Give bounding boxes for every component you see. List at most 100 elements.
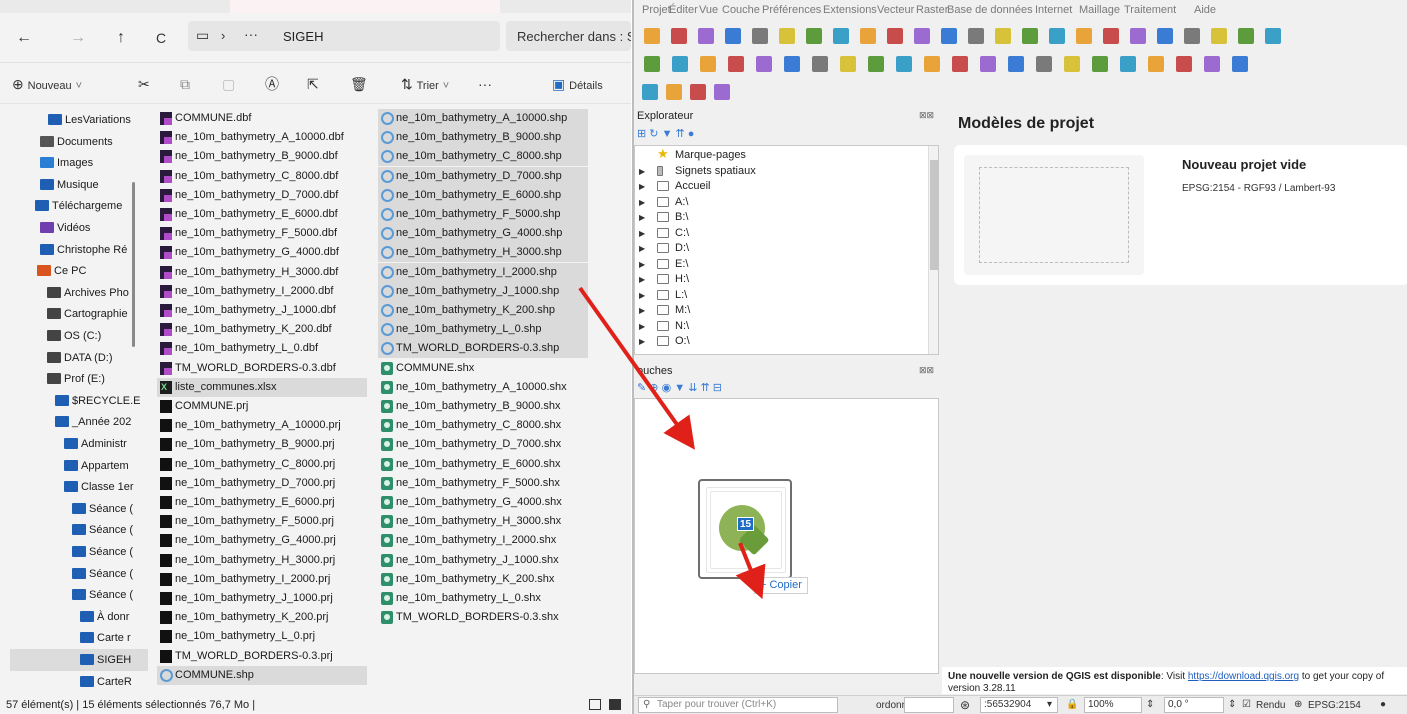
toolbar-tool-icon[interactable] xyxy=(644,56,660,72)
menu-item[interactable]: Projet xyxy=(642,0,671,21)
toolbar-tool-icon[interactable] xyxy=(700,56,716,72)
toolbar-tool-icon[interactable] xyxy=(812,56,828,72)
messages-icon[interactable]: ● xyxy=(1380,696,1386,714)
active-tab[interactable] xyxy=(230,0,500,13)
paste-icon[interactable]: ▢ xyxy=(222,75,235,93)
expand-icon[interactable]: ⇊ xyxy=(688,382,697,394)
expand-arrow-icon[interactable]: ▶ xyxy=(639,288,645,303)
file-item[interactable]: ne_10m_bathymetry_C_8000.shp xyxy=(378,147,588,167)
style-icon[interactable]: ✎ xyxy=(637,382,646,394)
menu-item[interactable]: Internet xyxy=(1035,0,1072,21)
toolbar-tool-icon[interactable] xyxy=(666,84,682,100)
magnifier-field[interactable]: 100% xyxy=(1084,697,1142,713)
file-item[interactable]: ne_10m_bathymetry_G_4000.shp xyxy=(378,224,588,244)
file-item[interactable]: ne_10m_bathymetry_J_1000.shp xyxy=(378,281,588,301)
file-item[interactable]: ne_10m_bathymetry_L_0.shx xyxy=(378,589,588,608)
nav-item[interactable]: LesVariations xyxy=(0,109,141,131)
toolbar-tool-icon[interactable] xyxy=(868,56,884,72)
toolbar-tool-icon[interactable] xyxy=(833,28,849,44)
toolbar-tool-icon[interactable] xyxy=(690,84,706,100)
toolbar-tool-icon[interactable] xyxy=(1049,28,1065,44)
toolbar-tool-icon[interactable] xyxy=(980,56,996,72)
toolbar-tool-icon[interactable] xyxy=(1204,56,1220,72)
toolbar-tool-icon[interactable] xyxy=(887,28,903,44)
file-item[interactable]: ne_10m_bathymetry_D_7000.prj xyxy=(157,474,367,493)
coordinate-field[interactable] xyxy=(904,697,954,713)
details-button[interactable]: ▣ Détails xyxy=(552,75,603,93)
toolbar-tool-icon[interactable] xyxy=(1130,28,1146,44)
toolbar-tool-icon[interactable] xyxy=(725,28,741,44)
toolbar-tool-icon[interactable] xyxy=(806,28,822,44)
back-arrow-icon[interactable]: ← xyxy=(13,27,35,49)
render-checkbox[interactable]: ☑ xyxy=(1242,696,1251,714)
nav-item[interactable]: _Année 202 xyxy=(0,411,141,433)
file-item[interactable]: ne_10m_bathymetry_D_7000.dbf xyxy=(157,186,367,205)
toolbar-tool-icon[interactable] xyxy=(1103,28,1119,44)
file-item[interactable]: COMMUNE.shp xyxy=(157,665,367,685)
nav-item[interactable]: Carte r xyxy=(0,627,141,649)
nav-item[interactable]: Ce PC xyxy=(0,260,141,282)
toolbar-tool-icon[interactable] xyxy=(968,28,984,44)
expand-arrow-icon[interactable]: ▶ xyxy=(639,257,645,272)
nav-item[interactable]: Prof (E:) xyxy=(0,368,141,390)
file-item[interactable]: ne_10m_bathymetry_J_1000.shx xyxy=(378,551,588,570)
toolbar-tool-icon[interactable] xyxy=(1148,56,1164,72)
toolbar-tool-icon[interactable] xyxy=(860,28,876,44)
remove-layer-icon[interactable]: ⊟ xyxy=(713,382,722,394)
menu-item[interactable]: Maillage xyxy=(1079,0,1120,21)
file-item[interactable]: ne_10m_bathymetry_B_9000.shx xyxy=(378,397,588,416)
menu-item[interactable]: Préférences xyxy=(762,0,821,21)
toolbar-tool-icon[interactable] xyxy=(941,28,957,44)
file-item[interactable]: ne_10m_bathymetry_E_6000.prj xyxy=(157,493,367,512)
expand-arrow-icon[interactable]: ▶ xyxy=(639,195,645,210)
menu-item[interactable]: Vecteur xyxy=(877,0,914,21)
file-item[interactable]: ne_10m_bathymetry_C_8000.prj xyxy=(157,455,367,474)
file-item[interactable]: ne_10m_bathymetry_I_2000.shx xyxy=(378,531,588,550)
nav-item[interactable]: CarteR xyxy=(10,671,148,689)
menu-item[interactable]: Extensions xyxy=(823,0,877,21)
file-item[interactable]: ne_10m_bathymetry_F_5000.shp xyxy=(378,205,588,224)
expand-arrow-icon[interactable]: ▶ xyxy=(639,303,645,318)
file-item[interactable]: ne_10m_bathymetry_F_5000.shx xyxy=(378,474,588,493)
sort-button[interactable]: ⇅ Trier ˅ xyxy=(401,75,449,93)
nav-item[interactable]: Images xyxy=(0,152,141,174)
forward-arrow-icon[interactable]: → xyxy=(67,27,89,49)
up-arrow-icon[interactable]: ↑ xyxy=(110,27,132,49)
breadcrumb-ellipsis[interactable]: ··· xyxy=(244,26,258,42)
file-item[interactable]: ne_10m_bathymetry_E_6000.shp xyxy=(378,185,588,205)
nav-item[interactable]: Cartographie xyxy=(0,303,141,325)
new-button[interactable]: ⊕ Nouveau ˅ xyxy=(12,75,82,93)
nav-item[interactable]: $RECYCLE.E xyxy=(0,390,141,412)
file-item[interactable]: ne_10m_bathymetry_H_3000.dbf xyxy=(157,263,367,282)
download-link[interactable]: https://download.qgis.org xyxy=(1188,671,1299,682)
file-item[interactable]: TM_WORLD_BORDERS-0.3.prj xyxy=(157,647,367,666)
file-item[interactable]: ne_10m_bathymetry_L_0.dbf xyxy=(157,339,367,358)
filter-icon[interactable]: ▼ xyxy=(674,382,685,394)
more-options-button[interactable]: ··· xyxy=(478,75,492,93)
file-item[interactable]: ne_10m_bathymetry_H_3000.shp xyxy=(378,243,588,263)
file-item[interactable]: ne_10m_bathymetry_A_10000.dbf xyxy=(157,128,367,147)
nav-item[interactable]: Séance ( xyxy=(0,541,141,563)
nav-item[interactable]: Classe 1er xyxy=(0,476,141,498)
toolbar-tool-icon[interactable] xyxy=(672,56,688,72)
rotation-field[interactable]: 0,0 ° xyxy=(1164,697,1224,713)
nav-item[interactable]: Séance ( xyxy=(0,498,141,520)
file-item[interactable]: ne_10m_bathymetry_K_200.shp xyxy=(378,301,588,320)
toolbar-tool-icon[interactable] xyxy=(896,56,912,72)
nav-item[interactable]: Séance ( xyxy=(0,584,141,606)
cut-icon[interactable]: ✂ xyxy=(138,75,150,93)
browser-scrollbar[interactable] xyxy=(928,146,938,354)
toolbar-tool-icon[interactable] xyxy=(644,28,660,44)
file-item[interactable]: COMMUNE.dbf xyxy=(157,109,367,128)
nav-item[interactable]: OS (C:) xyxy=(0,325,141,347)
file-item[interactable]: ne_10m_bathymetry_K_200.prj xyxy=(157,608,367,627)
file-item[interactable]: ne_10m_bathymetry_A_10000.prj xyxy=(157,416,367,435)
file-item[interactable]: ne_10m_bathymetry_E_6000.dbf xyxy=(157,205,367,224)
collapse-icon[interactable]: ⇈ xyxy=(700,382,709,394)
file-item[interactable]: ne_10m_bathymetry_I_2000.dbf xyxy=(157,282,367,301)
menu-item[interactable]: Aide xyxy=(1194,0,1216,21)
toolbar-tool-icon[interactable] xyxy=(642,84,658,100)
add-group-icon[interactable]: ⊕ xyxy=(649,382,658,394)
file-item[interactable]: ne_10m_bathymetry_G_4000.shx xyxy=(378,493,588,512)
menu-item[interactable]: Raster xyxy=(916,0,948,21)
